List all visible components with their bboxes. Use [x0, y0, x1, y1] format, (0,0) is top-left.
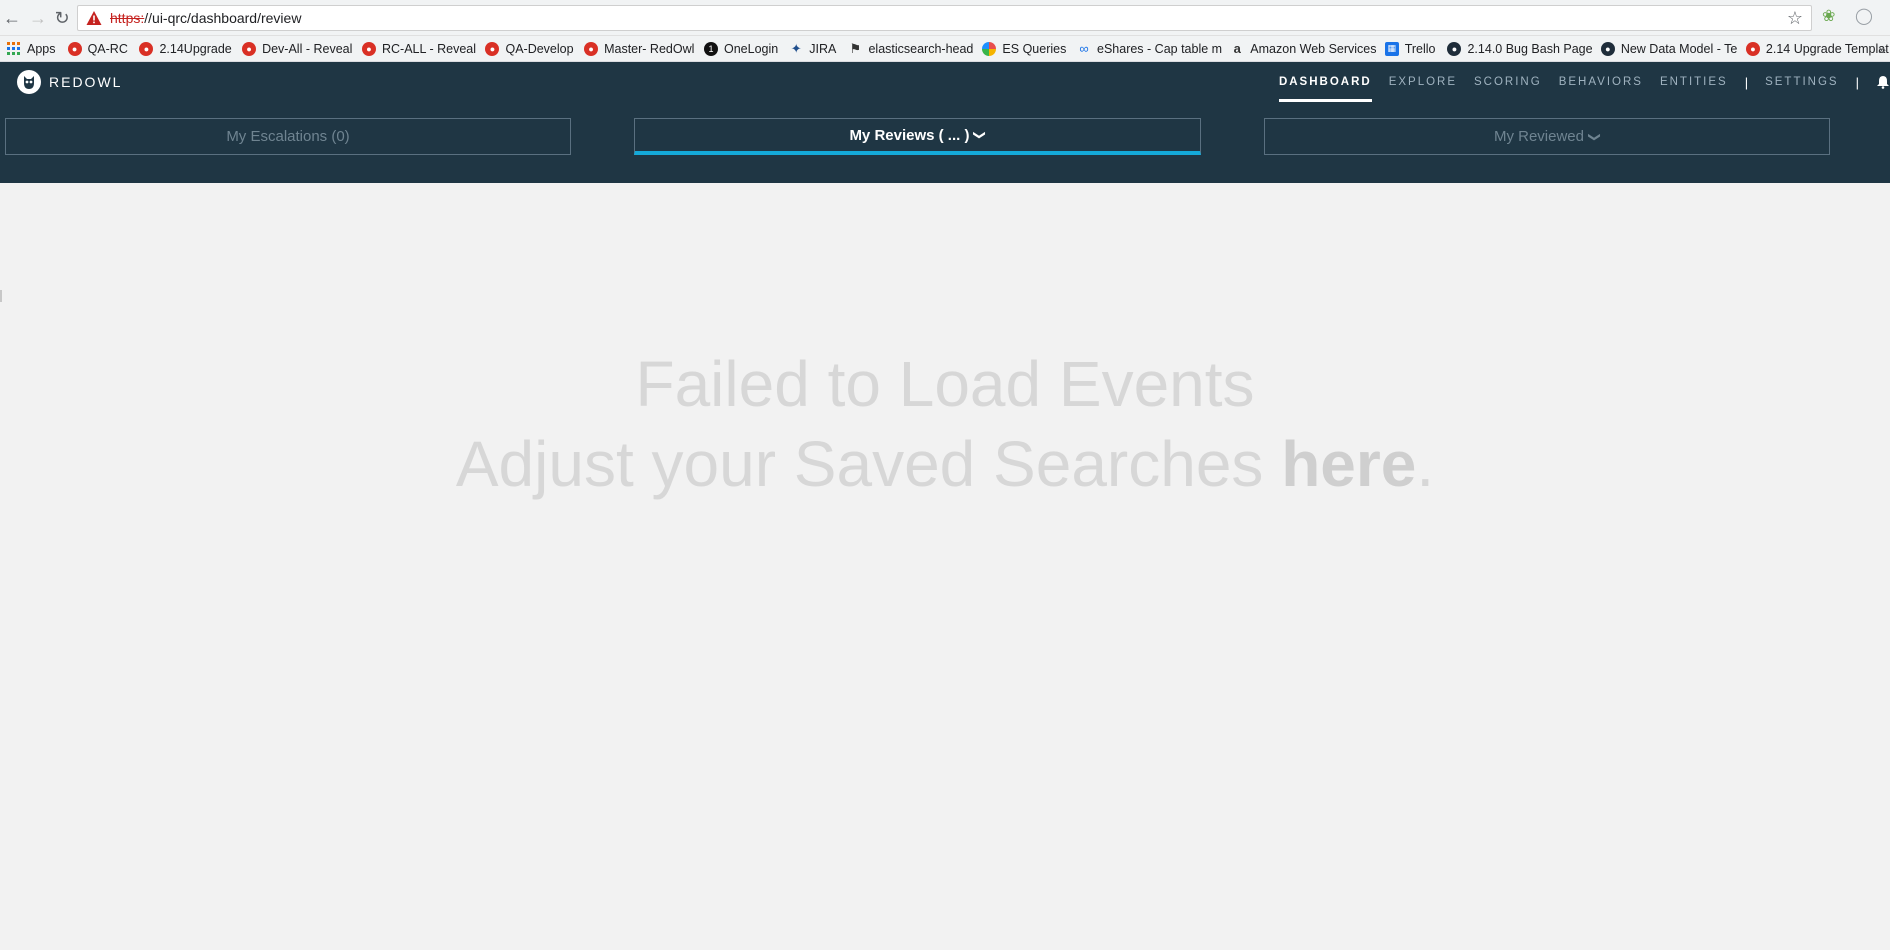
bookmark-onelogin[interactable]: 1 OneLogin	[697, 36, 782, 61]
eshares-icon: ∞	[1079, 41, 1089, 56]
bookmark-qa-rc[interactable]: ● QA-RC	[61, 36, 133, 61]
bookmark-label: RC-ALL - Reveal	[382, 41, 477, 56]
browser-toolbar: ← → ↻ https://ui-qrc/dashboard/review ☆ …	[0, 0, 1890, 36]
nav-dashboard[interactable]: DASHBOARD	[1278, 62, 1372, 102]
nav-scoring[interactable]: SCORING	[1474, 62, 1542, 102]
bookmark-elasticsearch-head[interactable]: ⚑ elasticsearch-head	[841, 36, 975, 61]
redowl-icon: ●	[67, 41, 82, 56]
more-bookmarks-icon[interactable]: »	[1878, 36, 1886, 61]
nav-explore[interactable]: EXPLORE	[1389, 62, 1457, 102]
elasticsearch-icon: ⚑	[849, 40, 862, 56]
bookmark-eshares[interactable]: ∞ eShares - Cap table m	[1070, 36, 1223, 61]
back-arrow-icon[interactable]: ←	[0, 6, 24, 30]
bookmark-upgrade-template[interactable]: ● 2.14 Upgrade Templat	[1739, 36, 1890, 61]
period-text: .	[1416, 428, 1435, 500]
app-header: REDOWL DASHBOARD EXPLORE SCORING BEHAVIO…	[0, 62, 1890, 183]
nav-entities[interactable]: ENTITIES	[1660, 62, 1728, 102]
bookmark-label: New Data Model - Te	[1620, 41, 1738, 56]
bookmark-label: OneLogin	[723, 41, 779, 56]
notification-bell-icon[interactable]	[1876, 75, 1890, 89]
bookmark-label: Trello	[1404, 41, 1436, 56]
bookmark-label: Master- RedOwl	[604, 41, 695, 56]
nav-behaviors[interactable]: BEHAVIORS	[1559, 62, 1643, 102]
owl-logo-icon	[17, 70, 41, 94]
bookmark-label: Dev-All - Reveal	[262, 41, 353, 56]
bookmark-star-icon[interactable]: ☆	[1787, 9, 1803, 27]
jira-icon: ✦	[790, 40, 802, 56]
bookmark-label: ES Queries	[1002, 41, 1067, 56]
owl-icon: ●	[1447, 41, 1462, 56]
bookmark-new-data-model[interactable]: ● New Data Model - Te	[1594, 36, 1739, 61]
redowl-icon: ●	[242, 41, 257, 56]
redowl-icon: ●	[139, 41, 154, 56]
bookmark-bug-bash[interactable]: ● 2.14.0 Bug Bash Page	[1440, 36, 1593, 61]
address-bar[interactable]: https://ui-qrc/dashboard/review ☆	[77, 5, 1812, 31]
extension-circle-icon[interactable]: ◯	[1855, 9, 1873, 25]
adjust-searches-line: Adjust your Saved Searches here.	[0, 424, 1890, 504]
nav-separator: |	[1744, 74, 1749, 90]
saved-searches-link[interactable]: here	[1281, 428, 1416, 500]
adjust-searches-text: Adjust your Saved Searches	[455, 428, 1282, 500]
not-secure-warning-icon[interactable]	[86, 10, 102, 26]
main-nav: DASHBOARD EXPLORE SCORING BEHAVIORS ENTI…	[1278, 62, 1890, 102]
logo-text: REDOWL	[49, 74, 123, 90]
redowl-icon: ●	[1745, 41, 1760, 56]
tab-my-reviewed[interactable]: My Reviewed ❯	[1264, 118, 1830, 155]
bookmark-jira[interactable]: ✦ JIRA	[782, 36, 841, 61]
bookmark-label: QA-RC	[87, 41, 128, 56]
bookmark-master-redowl[interactable]: ● Master- RedOwl	[577, 36, 697, 61]
reload-icon[interactable]: ↻	[50, 6, 74, 30]
bookmark-es-queries[interactable]: ES Queries	[975, 36, 1070, 61]
redowl-icon: ●	[584, 41, 599, 56]
bookmark-label: QA-Develop	[505, 41, 574, 56]
extension-puzzle-icon[interactable]: ❀	[1822, 9, 1835, 25]
owl-icon: ●	[1600, 41, 1615, 56]
url-text: https://ui-qrc/dashboard/review	[110, 10, 301, 26]
scroll-edge-mark	[0, 290, 2, 302]
nav-separator: |	[1855, 74, 1859, 90]
bookmark-label: Apps	[27, 41, 56, 56]
bookmark-214upgrade[interactable]: ● 2.14Upgrade	[132, 36, 235, 61]
url-protocol: https:	[110, 10, 145, 26]
bookmark-label: 2.14 Upgrade Templat	[1765, 41, 1889, 56]
bookmark-label: elasticsearch-head	[868, 41, 974, 56]
apps-grid-icon	[7, 41, 20, 55]
redowl-icon: ●	[362, 41, 376, 56]
chevron-down-icon: ❯	[1588, 131, 1603, 142]
bookmarks-bar: Apps ● QA-RC ● 2.14Upgrade ● Dev-All - Reve…	[0, 36, 1890, 62]
forward-arrow-icon[interactable]: →	[26, 6, 50, 30]
bookmark-label: JIRA	[809, 41, 837, 56]
tab-my-escalations[interactable]: My Escalations (0)	[5, 118, 571, 155]
onelogin-icon: 1	[703, 41, 718, 56]
bookmark-label: eShares - Cap table m	[1097, 41, 1223, 56]
es-queries-icon	[982, 41, 997, 56]
bookmark-label: 2.14.0 Bug Bash Page	[1467, 41, 1593, 56]
bookmark-rc-all[interactable]: ● RC-ALL - Reveal	[355, 36, 478, 61]
bookmark-label: 2.14Upgrade	[159, 41, 232, 56]
trello-icon: ▦	[1384, 41, 1399, 56]
bookmark-trello[interactable]: ▦ Trello	[1378, 36, 1441, 61]
bookmark-label: Amazon Web Services	[1250, 41, 1377, 56]
redowl-logo[interactable]: REDOWL	[17, 70, 122, 94]
tab-label: My Escalations (0)	[226, 128, 350, 145]
empty-state-message: Failed to Load Events Adjust your Saved …	[0, 344, 1890, 504]
chevron-down-icon: ❯	[973, 129, 988, 141]
bookmark-apps[interactable]: Apps	[0, 36, 61, 61]
error-heading: Failed to Load Events	[635, 348, 1255, 420]
bookmark-aws[interactable]: a Amazon Web Services	[1223, 36, 1377, 61]
tab-label: My Reviewed	[1493, 128, 1584, 145]
redowl-icon: ●	[485, 41, 500, 56]
tab-my-reviews[interactable]: My Reviews ( ... ) ❯	[634, 118, 1201, 155]
nav-settings[interactable]: SETTINGS	[1765, 62, 1839, 102]
amazon-icon: a	[1233, 41, 1241, 56]
bookmark-dev-all[interactable]: ● Dev-All - Reveal	[235, 36, 355, 61]
url-path: //ui-qrc/dashboard/review	[144, 10, 302, 26]
tab-label: My Reviews ( ... )	[849, 126, 970, 144]
bookmark-qa-develop[interactable]: ● QA-Develop	[478, 36, 577, 61]
